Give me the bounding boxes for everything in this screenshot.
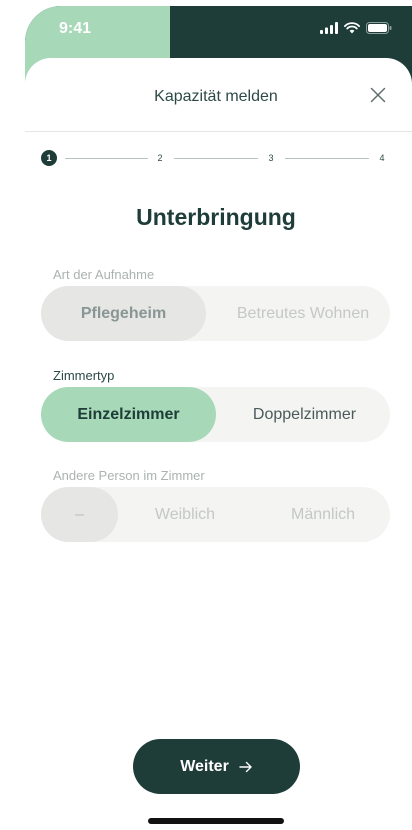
sheet-title: Kapazität melden — [154, 88, 278, 105]
art-der-aufnahme-label: Art der Aufnahme — [53, 267, 155, 282]
battery-icon — [366, 22, 392, 34]
option-maennlich[interactable]: Männlich — [262, 487, 384, 542]
status-time: 9:41 — [59, 20, 92, 37]
option-betreutes-wohnen[interactable]: Betreutes Wohnen — [216, 286, 390, 341]
status-icons — [320, 22, 392, 34]
step-connector — [285, 158, 369, 159]
option-keine[interactable]: – — [41, 487, 118, 542]
signal-icon — [320, 22, 338, 34]
andere-person-selector: – Weiblich Männlich — [41, 487, 390, 542]
andere-person-label: Andere Person im Zimmer — [53, 468, 205, 483]
zimmertyp-label: Zimmertyp — [53, 368, 115, 383]
option-weiblich[interactable]: Weiblich — [125, 487, 245, 542]
option-pflegeheim[interactable]: Pflegeheim — [41, 286, 206, 341]
arrow-right-icon — [239, 761, 252, 772]
step-connector — [65, 158, 148, 159]
step-4: 4 — [379, 153, 385, 163]
weiter-button[interactable]: Weiter — [133, 739, 300, 794]
close-icon — [370, 87, 386, 103]
status-bar: 9:41 — [25, 6, 412, 52]
step-2: 2 — [157, 153, 163, 163]
step-1: 1 — [41, 150, 57, 166]
option-einzelzimmer[interactable]: Einzelzimmer — [41, 387, 216, 442]
bottom-sheet: Kapazität melden 1 2 3 4 Unterbringung A… — [25, 58, 412, 830]
page-heading: Unterbringung — [136, 204, 296, 230]
step-connector — [174, 158, 258, 159]
progress-stepper: 1 2 3 4 — [41, 150, 391, 166]
wifi-icon — [344, 22, 360, 34]
close-button[interactable] — [363, 80, 393, 110]
option-doppelzimmer[interactable]: Doppelzimmer — [219, 387, 390, 442]
phone-frame: 9:41 Kapazität melden 1 2 3 4 Unterbring… — [25, 6, 412, 830]
weiter-label: Weiter — [180, 757, 229, 775]
step-3: 3 — [268, 153, 274, 163]
home-indicator — [148, 818, 284, 824]
zimmertyp-selector: Einzelzimmer Doppelzimmer — [41, 387, 390, 442]
sheet-header: Kapazität melden — [25, 58, 412, 132]
art-der-aufnahme-selector: Pflegeheim Betreutes Wohnen — [41, 286, 390, 341]
